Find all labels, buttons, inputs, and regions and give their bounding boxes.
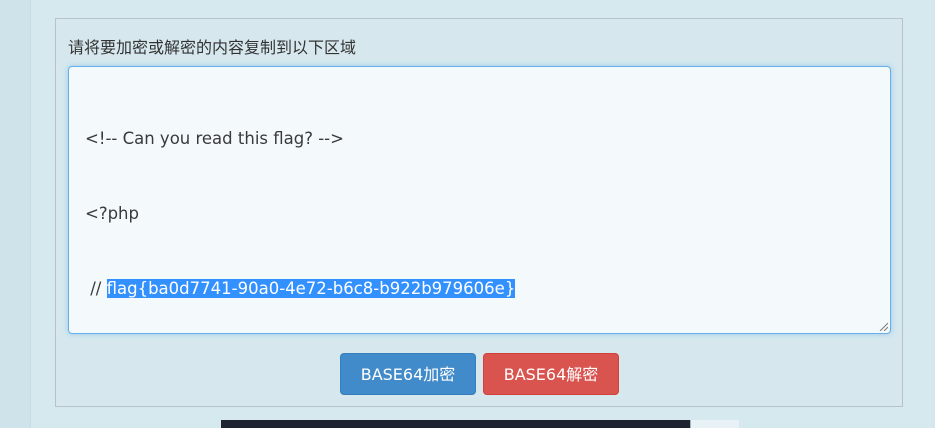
textarea-line-1: <!-- Can you read this flag? -->: [85, 129, 344, 148]
textarea-text[interactable]: <!-- Can you read this flag? --> <?php /…: [85, 76, 880, 333]
base64-decode-button[interactable]: BASE64解密: [483, 353, 619, 395]
comment-prefix: //: [85, 279, 107, 298]
textarea-line-3: // flag{ba0d7741-90a0-4e72-b6c8-b922b979…: [85, 276, 880, 301]
base64-encode-button[interactable]: BASE64加密: [340, 353, 476, 395]
resize-handle-icon[interactable]: [878, 321, 888, 331]
bottom-banner-corner[interactable]: [690, 420, 739, 428]
textarea-line-2: <?php: [85, 204, 139, 223]
content-textarea[interactable]: <!-- Can you read this flag? --> <?php /…: [68, 66, 891, 334]
page-left-strip: [0, 0, 30, 428]
selected-flag-text[interactable]: flag{ba0d7741-90a0-4e72-b6c8-b922b979606…: [106, 279, 516, 298]
bottom-banner[interactable]: [221, 420, 739, 428]
content-area-label: 请将要加密或解密的内容复制到以下区域: [68, 38, 357, 57]
